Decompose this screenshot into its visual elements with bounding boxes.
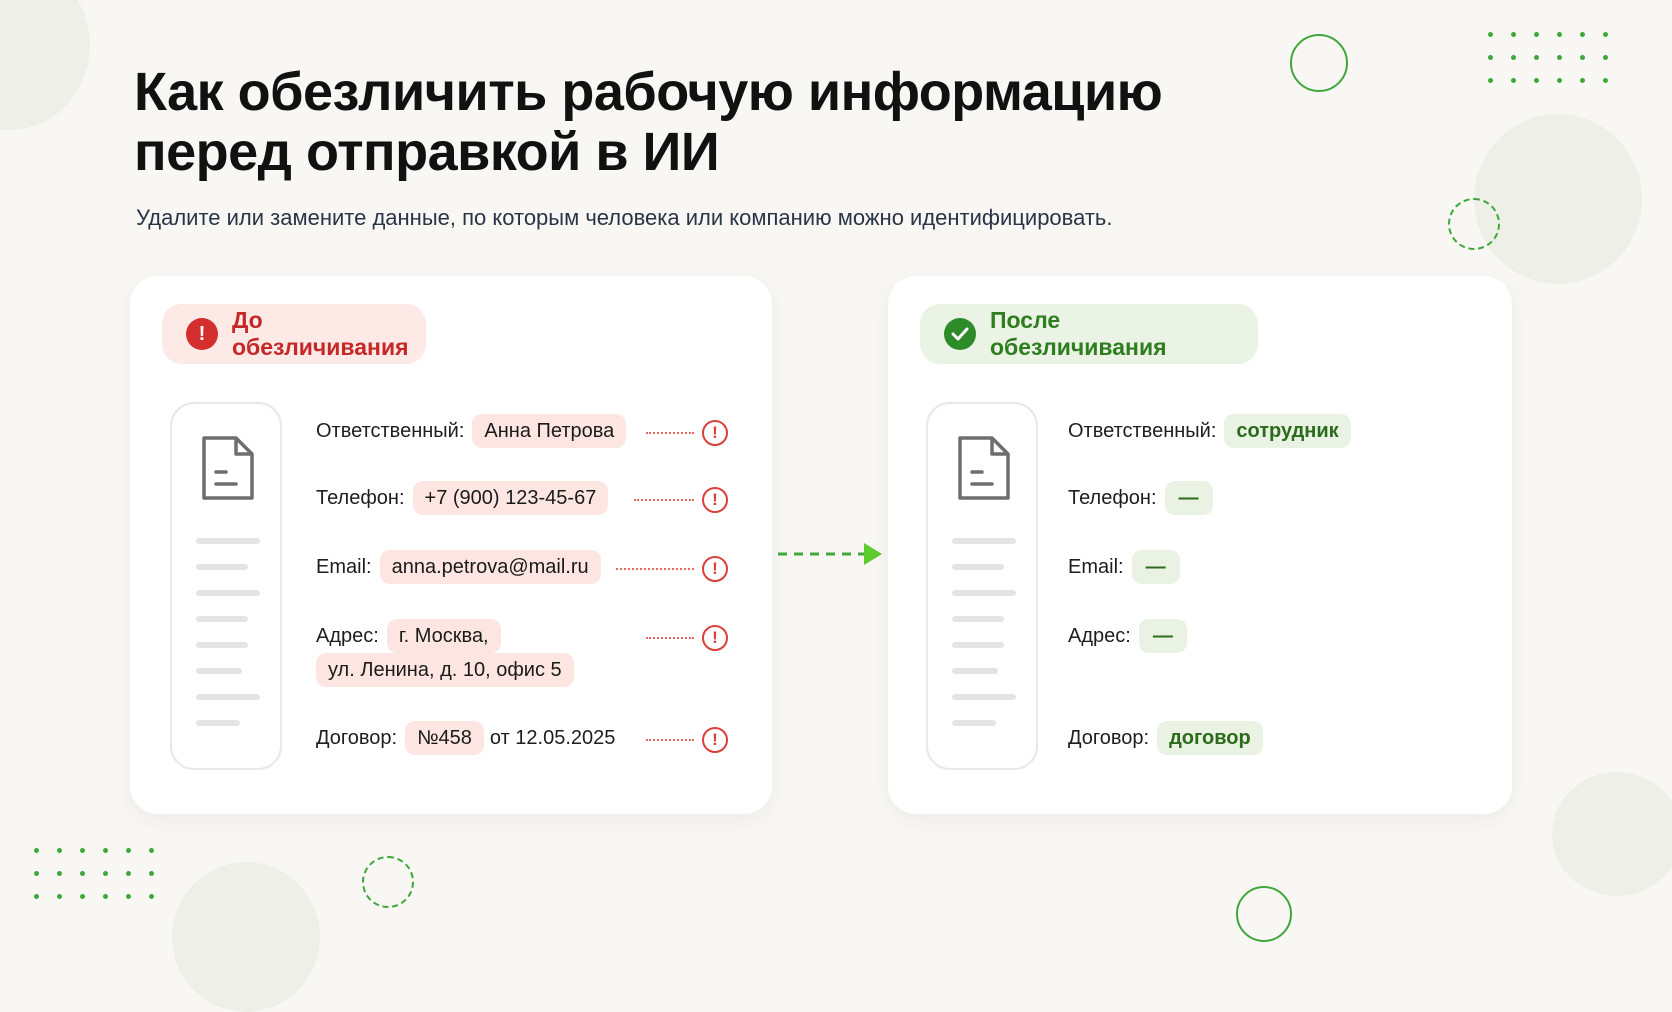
sensitive-value: Анна Петрова xyxy=(472,414,627,448)
anonymized-value: — xyxy=(1131,550,1180,584)
field-label: Адрес: xyxy=(1068,624,1131,647)
contract-date: от 12.05.2025 xyxy=(489,726,616,749)
decor-dots-top-right xyxy=(1488,32,1608,83)
dotted-connector xyxy=(646,637,694,639)
doc-line xyxy=(952,720,996,726)
decor-circle-bottom-left xyxy=(172,862,320,1012)
check-icon xyxy=(944,318,976,350)
warning-icon: ! xyxy=(702,420,728,446)
after-badge-label: После обезличивания xyxy=(990,307,1167,360)
field-label: Телефон: xyxy=(316,486,405,509)
before-badge: ! До обезличивания xyxy=(162,304,426,364)
anonymized-value: — xyxy=(1138,619,1187,653)
field-label: Ответственный: xyxy=(316,419,465,442)
after-card: После обезличивания Ответственный: сотру… xyxy=(888,276,1512,814)
doc-line xyxy=(952,564,1004,570)
warning-icon: ! xyxy=(702,625,728,651)
document-illustration xyxy=(170,402,282,770)
decor-circle-top-left xyxy=(0,0,90,130)
field-label: Договор: xyxy=(1068,726,1150,749)
field-address-line2: ул. Ленина, д. 10, офис 5 xyxy=(316,653,574,687)
field-address: Адрес: — xyxy=(1068,619,1187,653)
warning-icon: ! xyxy=(702,487,728,513)
before-badge-label: До обезличивания xyxy=(232,307,409,360)
page-title: Как обезличить рабочую информацию перед … xyxy=(134,62,1163,182)
sensitive-value: ул. Ленина, д. 10, офис 5 xyxy=(316,653,574,687)
anonymized-value: договор xyxy=(1157,721,1263,755)
doc-line xyxy=(952,538,1016,544)
doc-line xyxy=(196,564,248,570)
decor-ring-dashed-bottom xyxy=(362,856,414,908)
field-responsible: Ответственный: Анна Петрова xyxy=(316,414,627,448)
field-phone: Телефон: — xyxy=(1068,481,1213,515)
doc-line xyxy=(196,642,248,648)
dotted-connector xyxy=(634,499,694,501)
dotted-connector xyxy=(646,739,694,741)
sensitive-value: №458 xyxy=(405,721,484,755)
doc-line xyxy=(952,668,998,674)
field-responsible: Ответственный: сотрудник xyxy=(1068,414,1351,448)
field-phone: Телефон: +7 (900) 123-45-67 xyxy=(316,481,609,515)
doc-line xyxy=(196,616,248,622)
document-icon xyxy=(202,436,254,500)
doc-line xyxy=(196,694,260,700)
sensitive-value: anna.petrova@mail.ru xyxy=(379,550,601,584)
doc-line xyxy=(952,642,1004,648)
field-contract: Договор: №458 от 12.05.2025 xyxy=(316,721,615,755)
warning-icon: ! xyxy=(702,727,728,753)
doc-line xyxy=(952,616,1004,622)
decor-ring-top xyxy=(1290,34,1348,92)
exclamation-icon: ! xyxy=(186,318,218,350)
field-label: Телефон: xyxy=(1068,486,1157,509)
field-email: Email: anna.petrova@mail.ru xyxy=(316,550,601,584)
field-label: Email: xyxy=(316,555,372,578)
document-illustration xyxy=(926,402,1038,770)
page-title-line2: перед отправкой в ИИ xyxy=(134,122,720,182)
arrow-right-icon xyxy=(778,543,882,565)
doc-line xyxy=(196,668,242,674)
field-label: Ответственный: xyxy=(1068,419,1217,442)
decor-dots-bottom-left xyxy=(34,848,154,899)
field-label: Договор: xyxy=(316,726,398,749)
field-email: Email: — xyxy=(1068,550,1180,584)
doc-line xyxy=(952,694,1016,700)
decor-circle-right xyxy=(1474,114,1642,284)
field-label: Email: xyxy=(1068,555,1124,578)
decor-ring-dashed-right xyxy=(1448,198,1500,250)
field-address: Адрес: г. Москва, xyxy=(316,619,501,653)
anonymized-value: — xyxy=(1164,481,1213,515)
warning-icon: ! xyxy=(702,556,728,582)
page-title-line1: Как обезличить рабочую информацию xyxy=(134,62,1163,122)
doc-line xyxy=(196,538,260,544)
doc-line xyxy=(952,590,1016,596)
decor-ring-bottom xyxy=(1236,886,1292,942)
anonymized-value: сотрудник xyxy=(1224,414,1351,448)
field-label: Адрес: xyxy=(316,624,379,647)
sensitive-value: г. Москва, xyxy=(386,619,501,653)
decor-circle-bottom-right xyxy=(1552,772,1672,896)
before-card: ! До обезличивания Ответственный: Анна П… xyxy=(130,276,772,814)
document-icon xyxy=(958,436,1010,500)
after-badge: После обезличивания xyxy=(920,304,1258,364)
field-contract: Договор: договор xyxy=(1068,721,1263,755)
dotted-connector xyxy=(616,568,694,570)
doc-line xyxy=(196,590,260,596)
dotted-connector xyxy=(646,432,694,434)
doc-line xyxy=(196,720,240,726)
page-subtitle: Удалите или замените данные, по которым … xyxy=(136,205,1113,230)
sensitive-value: +7 (900) 123-45-67 xyxy=(412,481,609,515)
